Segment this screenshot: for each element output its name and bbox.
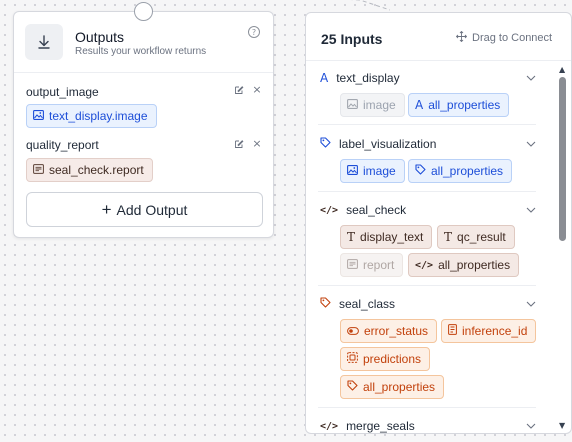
input-chip-error-status[interactable]: error_status [340, 319, 438, 343]
section-name: seal_check [346, 203, 407, 217]
inputs-panel: 25 Inputs Drag to Connect A text_display… [305, 12, 572, 434]
chip-label: inference_id [462, 324, 528, 338]
text-type-icon: T [347, 230, 356, 244]
report-icon [347, 258, 358, 272]
id-card-icon [448, 324, 457, 338]
input-chip-inference-id[interactable]: inference_id [441, 319, 537, 343]
letter-a-icon: A [320, 71, 329, 85]
tag-icon [347, 380, 358, 394]
move-arrows-icon [455, 30, 468, 45]
outputs-card-header: Outputs Results your workflow returns ? [14, 12, 273, 73]
chip-label: all_properties [431, 164, 504, 178]
output-row-actions: × [234, 138, 262, 149]
input-section-label-visualization[interactable]: label_visualization [320, 137, 436, 151]
outputs-subtitle: Results your workflow returns [75, 46, 207, 57]
section-name: text_display [336, 71, 400, 85]
question-circle-icon[interactable]: ? [248, 26, 260, 38]
output-value-label: text_display.image [49, 109, 148, 123]
output-value-chip[interactable]: seal_check.report [26, 158, 153, 182]
code-brackets-icon: </> [415, 259, 434, 271]
chip-label: image [363, 98, 396, 112]
chevron-down-icon[interactable] [526, 75, 536, 81]
pencil-square-icon[interactable] [234, 139, 244, 149]
image-icon [347, 164, 358, 178]
input-section-merge-seals[interactable]: </> merge_seals [320, 419, 415, 433]
output-name-output-image: output_image [26, 85, 99, 99]
image-icon [33, 109, 44, 123]
add-output-button[interactable]: + Add Output [26, 192, 263, 227]
input-chip-all-properties[interactable]: all_properties [408, 159, 513, 183]
output-value-chip[interactable]: text_display.image [26, 104, 157, 128]
section-divider [318, 191, 536, 192]
chip-label: predictions [363, 352, 422, 366]
input-chip-predictions[interactable]: predictions [340, 347, 431, 371]
section-name: label_visualization [339, 137, 437, 151]
plus-icon: + [101, 199, 112, 219]
input-section-seal-check[interactable]: </> seal_check [320, 203, 406, 217]
text-type-icon: T [444, 230, 453, 244]
toggle-icon [347, 324, 359, 338]
input-section-seal-class[interactable]: seal_class [320, 297, 395, 311]
chip-label: display_text [360, 230, 424, 244]
input-chip-display-text[interactable]: T display_text [340, 225, 433, 249]
code-brackets-icon: </> [320, 420, 339, 432]
section-name: seal_class [339, 297, 396, 311]
close-icon[interactable]: × [252, 138, 262, 149]
output-value-label: seal_check.report [49, 163, 144, 177]
chevron-down-icon[interactable] [526, 301, 536, 307]
close-icon[interactable]: × [252, 84, 262, 95]
image-icon [347, 98, 358, 112]
section-name: merge_seals [346, 419, 415, 433]
outputs-title: Outputs [75, 29, 125, 45]
input-chip-image[interactable]: image [340, 93, 405, 117]
node-connection-handle[interactable] [134, 2, 153, 21]
code-brackets-icon: </> [320, 204, 339, 216]
scroll-up-arrow-icon[interactable]: ▲ [559, 65, 565, 74]
chip-label: qc_result [457, 230, 506, 244]
outputs-card[interactable]: Outputs Results your workflow returns ? … [13, 11, 274, 238]
tag-icon [320, 137, 331, 151]
drag-to-connect-hint: Drag to Connect [455, 30, 553, 45]
section-divider [318, 285, 536, 286]
letter-a-icon: A [415, 98, 424, 112]
chip-label: all_properties [428, 98, 501, 112]
chip-label: all_properties [363, 380, 436, 394]
chip-label: image [363, 164, 396, 178]
output-row-actions: × [234, 84, 262, 95]
arrow-down-to-line-icon [25, 24, 63, 60]
output-name-quality-report: quality_report [26, 138, 99, 152]
inputs-panel-header: 25 Inputs Drag to Connect [306, 13, 571, 61]
tag-icon [320, 297, 331, 311]
input-chip-all-properties[interactable]: </> all_properties [408, 253, 520, 277]
chip-label: all_properties [438, 258, 511, 272]
input-chip-all-properties[interactable]: A all_properties [408, 93, 510, 117]
scrollbar[interactable]: ▲ ▼ [554, 61, 571, 433]
chip-label: report [363, 258, 395, 272]
input-chip-report[interactable]: report [340, 253, 404, 277]
input-section-text-display[interactable]: A text_display [320, 71, 400, 85]
input-chip-image[interactable]: image [340, 159, 405, 183]
inputs-count-title: 25 Inputs [321, 31, 383, 47]
scrollbar-thumb[interactable] [559, 77, 566, 241]
chip-label: error_status [364, 324, 429, 338]
report-icon [33, 163, 44, 177]
add-output-label: Add Output [116, 201, 188, 218]
section-divider [318, 407, 536, 408]
section-divider [318, 124, 536, 125]
tag-icon [415, 164, 426, 178]
predictions-icon [347, 352, 358, 366]
chevron-down-icon[interactable] [526, 423, 536, 429]
pencil-square-icon[interactable] [234, 85, 244, 95]
chevron-down-icon[interactable] [526, 141, 536, 147]
drag-to-connect-label: Drag to Connect [472, 32, 553, 44]
input-chip-all-properties[interactable]: all_properties [340, 375, 445, 399]
scroll-down-arrow-icon[interactable]: ▼ [559, 421, 565, 430]
input-chip-qc-result[interactable]: T qc_result [437, 225, 515, 249]
chevron-down-icon[interactable] [526, 207, 536, 213]
